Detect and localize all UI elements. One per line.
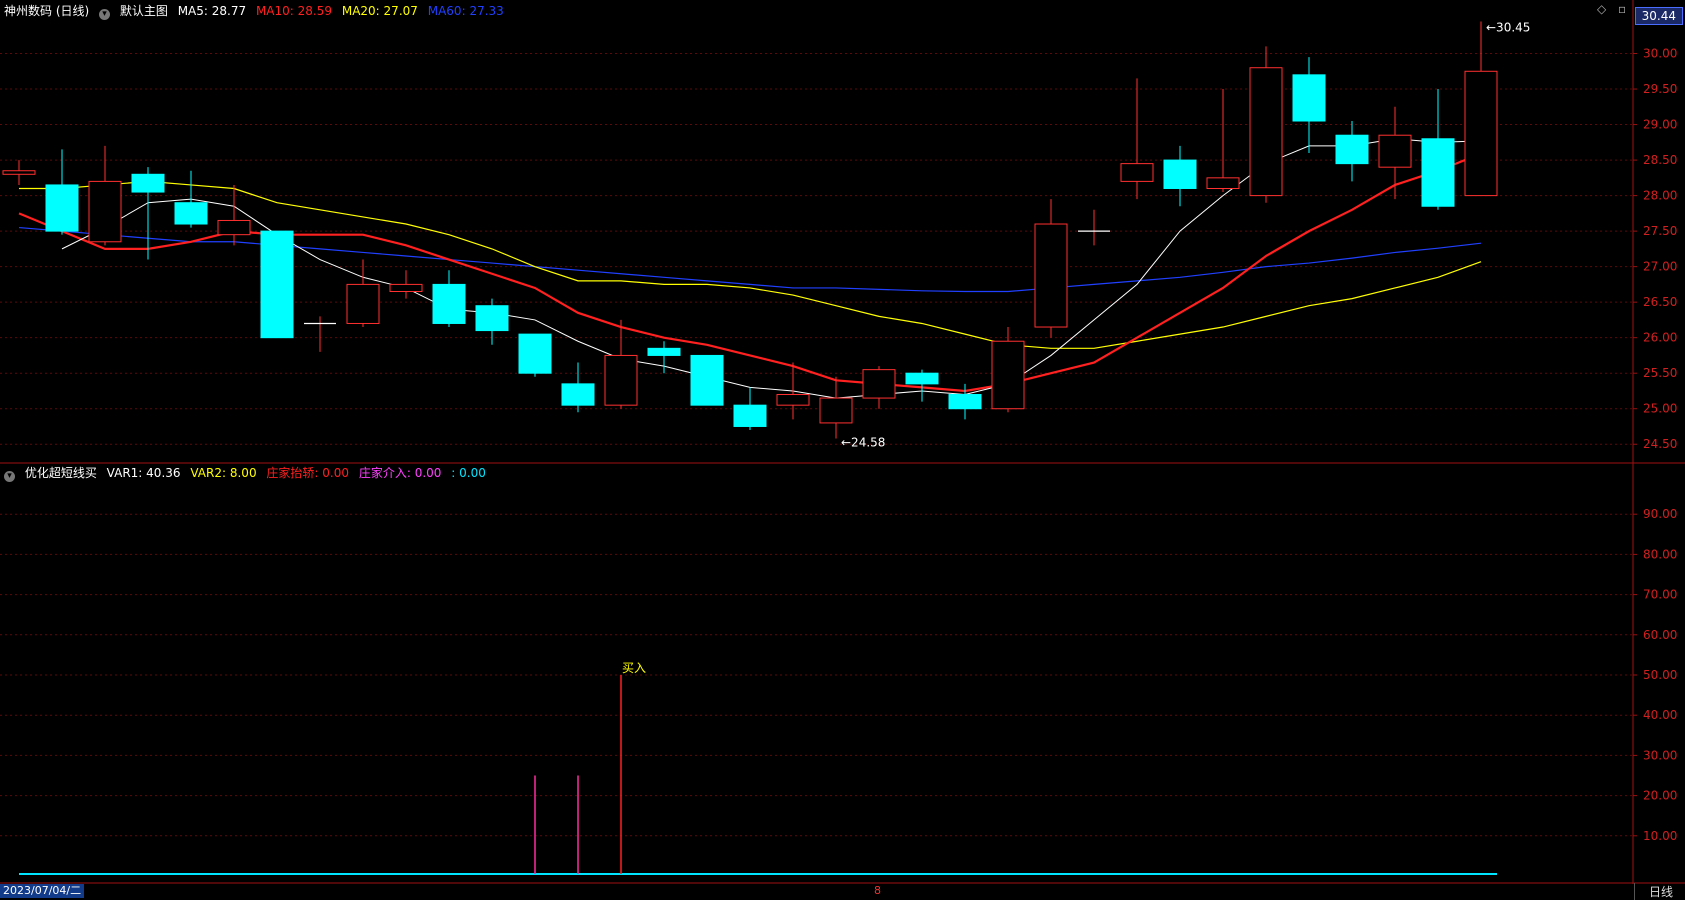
candle-body xyxy=(1464,70,1498,197)
candle-body xyxy=(45,184,79,232)
candle-body xyxy=(1206,177,1240,189)
y-tick-label: 40.00 xyxy=(1643,708,1677,722)
y-tick-label: 27.00 xyxy=(1643,260,1677,274)
y-tick-label: 27.50 xyxy=(1643,224,1677,238)
stock-title[interactable]: 神州数码 (日线) xyxy=(4,4,89,18)
y-tick-label: 28.50 xyxy=(1643,153,1677,167)
y-tick-label: 30.00 xyxy=(1643,47,1677,61)
y-tick-label: 30.00 xyxy=(1643,748,1677,762)
y-tick-label: 29.00 xyxy=(1643,118,1677,132)
date-cursor-label: 2023/07/04/二 xyxy=(0,884,85,898)
y-tick-label: 90.00 xyxy=(1643,507,1677,521)
candle-body xyxy=(561,383,595,406)
candle-body xyxy=(1335,134,1369,165)
candle-body xyxy=(1249,67,1283,197)
y-tick-label: 25.50 xyxy=(1643,366,1677,380)
ma10-legend: MA10: 28.59 xyxy=(255,4,333,18)
indicator-header: ▾ 优化超短线买 VAR1: 40.36 VAR2: 8.00 庄家抬轿: 0.… xyxy=(4,464,492,482)
candle-body xyxy=(905,372,939,385)
main-chart-header: 神州数码 (日线) ▾ 默认主图 MA5: 28.77 MA10: 28.59 … xyxy=(4,2,510,20)
ma5-legend: MA5: 28.77 xyxy=(177,4,247,18)
candle-body xyxy=(88,180,122,243)
blank-legend: : 0.00 xyxy=(451,466,486,480)
period-tab[interactable]: 日线 xyxy=(1633,883,1673,900)
indicator-name[interactable]: 优化超短线买 xyxy=(25,466,97,480)
candle-body xyxy=(647,347,681,356)
candle-body xyxy=(217,219,251,236)
candle-body xyxy=(518,333,552,374)
candle-body xyxy=(131,173,165,193)
candle-body xyxy=(819,397,853,424)
candle-body xyxy=(1292,74,1326,122)
template-label[interactable]: 默认主图 xyxy=(120,4,168,18)
candle-body xyxy=(991,340,1025,410)
zj-jr-legend: 庄家介入: 0.00 xyxy=(358,466,442,480)
y-tick-label: 20.00 xyxy=(1643,789,1677,803)
candle-body xyxy=(1421,138,1455,207)
y-tick-label: 25.00 xyxy=(1643,402,1677,416)
buy-signal-label: 买入 xyxy=(622,661,646,675)
y-tick-label: 26.50 xyxy=(1643,295,1677,309)
candle-body xyxy=(389,283,423,293)
candle-body xyxy=(690,354,724,406)
ma20-line xyxy=(19,180,1482,349)
candle-body xyxy=(862,369,896,399)
var1-legend: VAR1: 40.36 xyxy=(106,466,181,480)
candle-body xyxy=(432,283,466,324)
candle-body xyxy=(260,230,294,339)
candle-body xyxy=(346,283,380,324)
candle-body xyxy=(1163,159,1197,189)
kline-chart[interactable]: 30.00 29.50 29.00 28.50 28.00 27.50 27.00 26.50… xyxy=(0,0,1685,898)
extreme-annotation: ←24.58 xyxy=(841,436,885,450)
y-tick-label: 60.00 xyxy=(1643,628,1677,642)
candle-body xyxy=(604,354,638,406)
y-tick-label: 28.00 xyxy=(1643,189,1677,203)
y-tick-label: 50.00 xyxy=(1643,668,1677,682)
maximize-icon[interactable]: ▫ xyxy=(1618,2,1626,16)
candle-body xyxy=(1378,134,1412,168)
chevron-down-icon[interactable]: ▾ xyxy=(99,9,111,20)
candle-body xyxy=(733,404,767,427)
last-price-badge: 30.44 xyxy=(1634,7,1683,25)
chevron-down-icon[interactable]: ▾ xyxy=(4,471,15,482)
y-tick-label: 80.00 xyxy=(1643,547,1677,561)
diamond-icon[interactable]: ◇ xyxy=(1597,2,1606,16)
y-tick-label: 10.00 xyxy=(1643,829,1677,843)
y-tick-label: 70.00 xyxy=(1643,588,1677,602)
extreme-annotation: ←30.45 xyxy=(1486,21,1530,35)
zj-lp-legend: 庄家抬轿: 0.00 xyxy=(266,466,349,480)
cursor-label: 8 xyxy=(874,884,881,897)
ma20-legend: MA20: 27.07 xyxy=(341,4,418,18)
var2-legend: VAR2: 8.00 xyxy=(190,466,257,480)
y-tick-label: 24.50 xyxy=(1643,437,1677,451)
y-tick-label: 26.00 xyxy=(1643,331,1677,345)
candle-body xyxy=(776,394,810,406)
candle-body xyxy=(1034,223,1068,328)
y-tick-label: 29.50 xyxy=(1643,82,1677,96)
ma60-legend: MA60: 27.33 xyxy=(427,4,504,18)
candle-body xyxy=(174,202,208,225)
candle-body xyxy=(948,394,982,410)
candle-body xyxy=(2,170,36,175)
candle-body xyxy=(1120,163,1154,182)
candle-body xyxy=(475,305,509,332)
